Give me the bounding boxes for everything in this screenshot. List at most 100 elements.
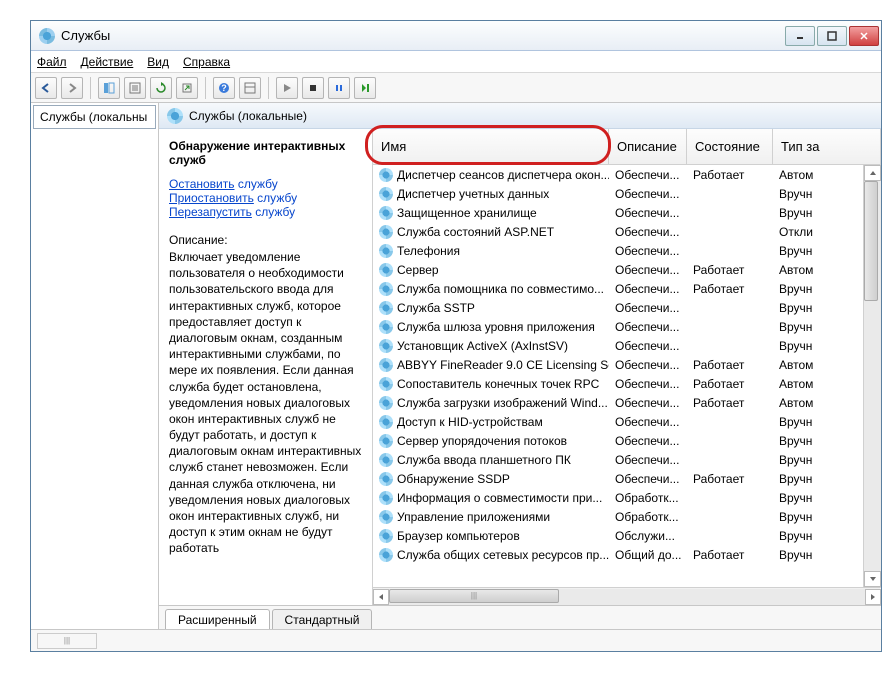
table-row[interactable]: Служба состояний ASP.NETОбеспечи...Откли	[373, 222, 863, 241]
table-row[interactable]: Служба ввода планшетного ПКОбеспечи...Вр…	[373, 450, 863, 469]
table-row[interactable]: Служба SSTPОбеспечи...Вручн	[373, 298, 863, 317]
col-state[interactable]: Состояние	[687, 129, 773, 164]
service-desc: Обеспечи...	[609, 206, 687, 220]
col-startup-type[interactable]: Тип за	[773, 129, 881, 164]
gear-icon	[379, 187, 393, 201]
title-bar[interactable]: Службы	[31, 21, 881, 51]
gear-icon	[379, 491, 393, 505]
service-startup: Автом	[773, 377, 863, 391]
tab-extended[interactable]: Расширенный	[165, 609, 270, 629]
service-desc: Общий до...	[609, 548, 687, 562]
start-service-button[interactable]	[276, 77, 298, 99]
table-row[interactable]: Служба загрузки изображений Wind...Обесп…	[373, 393, 863, 412]
table-row[interactable]: Установщик ActiveX (AxInstSV)Обеспечи...…	[373, 336, 863, 355]
table-row[interactable]: Диспетчер учетных данныхОбеспечи...Вручн	[373, 184, 863, 203]
table-row[interactable]: Служба общих сетевых ресурсов пр...Общий…	[373, 545, 863, 564]
scroll-left-icon[interactable]	[373, 589, 389, 605]
service-name: Служба загрузки изображений Wind...	[397, 396, 608, 410]
service-list[interactable]: Диспетчер сеансов диспетчера окон...Обес…	[373, 165, 863, 587]
service-desc: Обеспечи...	[609, 301, 687, 315]
properties-button[interactable]	[124, 77, 146, 99]
service-desc: Обеспечи...	[609, 434, 687, 448]
detail-pane: Обнаружение интерактивных служб Останови…	[159, 129, 373, 605]
selected-service-name: Обнаружение интерактивных служб	[169, 139, 362, 167]
service-desc: Обеспечи...	[609, 282, 687, 296]
restart-link[interactable]: Перезапустить	[169, 205, 252, 219]
service-name: Управление приложениями	[397, 510, 550, 524]
table-row[interactable]: Защищенное хранилищеОбеспечи...Вручн	[373, 203, 863, 222]
service-state: Работает	[687, 282, 773, 296]
horizontal-scrollbar[interactable]: |||	[373, 587, 881, 605]
table-row[interactable]: Диспетчер сеансов диспетчера окон...Обес…	[373, 165, 863, 184]
service-desc: Обработк...	[609, 491, 687, 505]
service-desc: Обеспечи...	[609, 472, 687, 486]
table-row[interactable]: Служба помощника по совместимо... Обеспеч…	[373, 279, 863, 298]
pause-link[interactable]: Приостановить	[169, 191, 254, 205]
menu-action[interactable]: Действие	[81, 55, 134, 69]
gear-icon	[379, 453, 393, 467]
table-row[interactable]: Информация о совместимости при... Обработ…	[373, 488, 863, 507]
export-button[interactable]	[176, 77, 198, 99]
stop-link[interactable]: Остановить	[169, 177, 235, 191]
service-startup: Вручн	[773, 453, 863, 467]
menu-file[interactable]: Файл	[37, 55, 67, 69]
service-startup: Автом	[773, 396, 863, 410]
main-header: Службы (локальные)	[159, 103, 881, 129]
stop-link-row: Остановить службу	[169, 177, 362, 191]
scroll-down-icon[interactable]	[864, 571, 881, 587]
service-desc: Обслужи...	[609, 529, 687, 543]
stop-service-button[interactable]	[302, 77, 324, 99]
service-name: Доступ к HID-устройствам	[397, 415, 543, 429]
scroll-up-icon[interactable]	[864, 165, 881, 181]
tab-standard[interactable]: Стандартный	[272, 609, 373, 629]
table-row[interactable]: Доступ к HID-устройствамОбеспечи...Вручн	[373, 412, 863, 431]
col-name[interactable]: Имя	[373, 129, 609, 164]
view-tabs: Расширенный Стандартный	[159, 605, 881, 629]
pause-link-row: Приостановить службу	[169, 191, 362, 205]
tree-node-services[interactable]: Службы (локальны	[33, 105, 156, 129]
service-name: Служба шлюза уровня приложения	[397, 320, 595, 334]
list-button[interactable]	[239, 77, 261, 99]
service-name: Служба помощника по совместимо...	[397, 282, 604, 296]
refresh-button[interactable]	[150, 77, 172, 99]
help-button[interactable]: ?	[213, 77, 235, 99]
table-row[interactable]: Служба шлюза уровня приложенияОбеспечи..…	[373, 317, 863, 336]
description-label: Описание:	[169, 233, 362, 247]
gear-icon	[379, 206, 393, 220]
back-button[interactable]	[35, 77, 57, 99]
gear-icon	[379, 282, 393, 296]
gear-icon	[379, 168, 393, 182]
table-row[interactable]: СерверОбеспечи...РаботаетАвтом	[373, 260, 863, 279]
vertical-scrollbar[interactable]	[863, 165, 881, 587]
table-row[interactable]: Сопоставитель конечных точек RPCОбеспечи…	[373, 374, 863, 393]
list-pane: Имя Описание Состояние Тип за Диспетчер …	[373, 129, 881, 605]
table-row[interactable]: Управление приложениямиОбработк...Вручн	[373, 507, 863, 526]
minimize-button[interactable]	[785, 26, 815, 46]
menu-view[interactable]: Вид	[147, 55, 169, 69]
col-description[interactable]: Описание	[609, 129, 687, 164]
service-state: Работает	[687, 396, 773, 410]
forward-button[interactable]	[61, 77, 83, 99]
table-row[interactable]: ТелефонияОбеспечи...Вручн	[373, 241, 863, 260]
table-row[interactable]: Обнаружение SSDPОбеспечи...РаботаетВручн	[373, 469, 863, 488]
scroll-thumb[interactable]: |||	[389, 589, 559, 603]
table-row[interactable]: Сервер упорядочения потоковОбеспечи...Вр…	[373, 431, 863, 450]
service-desc: Обеспечи...	[609, 453, 687, 467]
restart-service-button[interactable]	[354, 77, 376, 99]
maximize-button[interactable]	[817, 26, 847, 46]
scroll-right-icon[interactable]	[865, 589, 881, 605]
service-desc: Обеспечи...	[609, 187, 687, 201]
table-row[interactable]: ABBYY FineReader 9.0 CE Licensing Se...О…	[373, 355, 863, 374]
pause-service-button[interactable]	[328, 77, 350, 99]
service-name: Информация о совместимости при...	[397, 491, 602, 505]
service-startup: Вручн	[773, 415, 863, 429]
menu-help[interactable]: Справка	[183, 55, 230, 69]
service-name: Обнаружение SSDP	[397, 472, 510, 486]
service-state: Работает	[687, 358, 773, 372]
table-row[interactable]: Браузер компьютеровОбслужи...Вручн	[373, 526, 863, 545]
main-header-label: Службы (локальные)	[189, 109, 307, 123]
show-hide-tree-button[interactable]	[98, 77, 120, 99]
close-button[interactable]	[849, 26, 879, 46]
scroll-thumb[interactable]	[864, 181, 878, 301]
window-title: Службы	[61, 28, 783, 43]
